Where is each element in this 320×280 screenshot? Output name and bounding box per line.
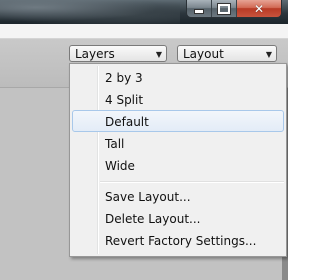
maximize-icon [217, 2, 231, 15]
layers-dropdown-label: Layers [75, 47, 115, 61]
layers-dropdown[interactable]: Layers ▼ [69, 45, 167, 62]
menu-item-2-by-3[interactable]: 2 by 3 [72, 66, 284, 88]
menu-bar-strip [0, 24, 288, 39]
unity-editor-window: ✕ Layers ▼ Layout ▼ 2 by 3 4 Split Defau… [0, 0, 288, 280]
close-button[interactable]: ✕ [237, 0, 281, 17]
chevron-down-icon: ▼ [265, 50, 272, 59]
menu-item-4-split[interactable]: 4 Split [72, 88, 284, 110]
chevron-down-icon: ▼ [155, 50, 162, 59]
menu-item-revert-factory-settings[interactable]: Revert Factory Settings... [72, 229, 284, 251]
menu-item-tall[interactable]: Tall [72, 132, 284, 154]
menu-separator [100, 181, 284, 183]
menu-item-save-layout[interactable]: Save Layout... [72, 185, 284, 207]
title-bar-background [0, 0, 180, 24]
window-controls: ✕ [186, 0, 282, 18]
maximize-button[interactable] [212, 0, 237, 17]
menu-item-delete-layout[interactable]: Delete Layout... [72, 207, 284, 229]
close-icon: ✕ [253, 1, 265, 16]
minimize-button[interactable] [187, 0, 212, 17]
layers-menu: 2 by 3 4 Split Default Tall Wide Save La… [69, 63, 287, 257]
layout-dropdown-label: Layout [183, 47, 224, 61]
menu-item-wide[interactable]: Wide [72, 154, 284, 176]
layout-dropdown[interactable]: Layout ▼ [177, 45, 277, 62]
title-bar: ✕ [0, 0, 288, 24]
menu-item-default[interactable]: Default [72, 110, 284, 132]
minimize-icon [194, 9, 204, 14]
